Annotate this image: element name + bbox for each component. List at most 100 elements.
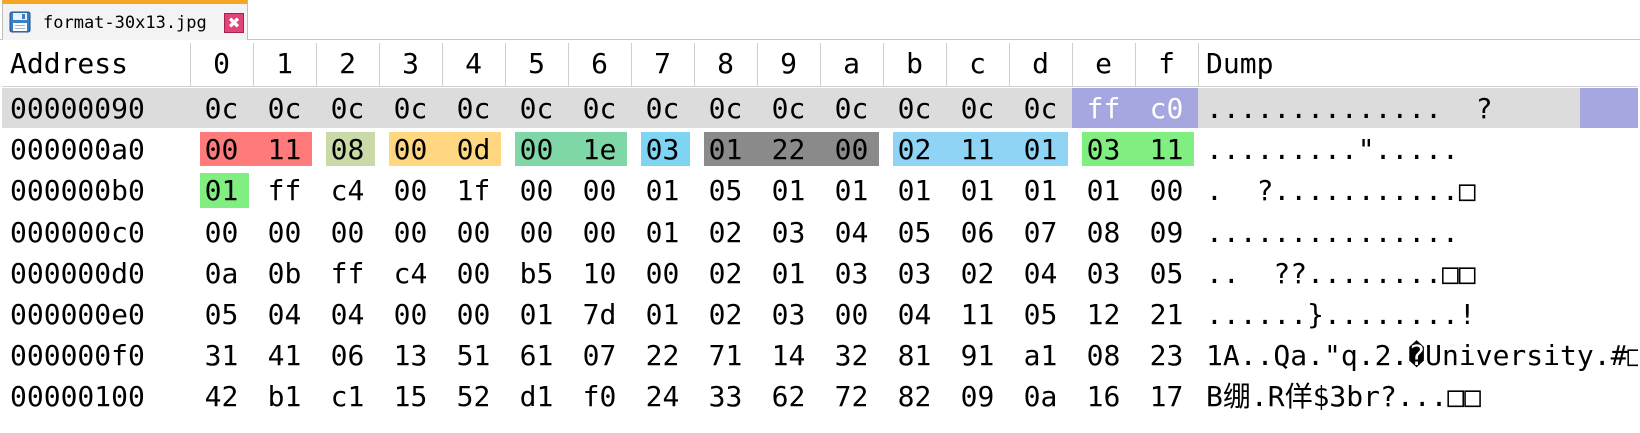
- hex-byte[interactable]: 09: [946, 376, 1009, 418]
- hex-byte[interactable]: 0c: [631, 88, 694, 130]
- hex-byte[interactable]: 00: [190, 212, 253, 254]
- hex-byte[interactable]: 13: [379, 335, 442, 377]
- hex-byte[interactable]: 17: [1135, 376, 1198, 418]
- hex-byte[interactable]: 05: [1135, 253, 1198, 295]
- hex-byte[interactable]: 0c: [316, 88, 379, 130]
- hex-byte[interactable]: 05: [883, 212, 946, 254]
- hex-byte[interactable]: 22: [631, 335, 694, 377]
- hex-byte[interactable]: 00: [379, 129, 442, 171]
- hex-byte[interactable]: 02: [694, 294, 757, 336]
- hex-byte[interactable]: 00: [1135, 170, 1198, 212]
- hex-byte[interactable]: 04: [316, 294, 379, 336]
- hex-byte[interactable]: 11: [946, 294, 1009, 336]
- hex-byte[interactable]: 00: [442, 212, 505, 254]
- hex-byte[interactable]: 00: [568, 170, 631, 212]
- hex-byte[interactable]: 1f: [442, 170, 505, 212]
- hex-byte[interactable]: c1: [316, 376, 379, 418]
- hex-byte[interactable]: 00: [253, 212, 316, 254]
- hex-byte[interactable]: 0a: [190, 253, 253, 295]
- hex-byte[interactable]: 00: [505, 129, 568, 171]
- hex-byte[interactable]: 03: [757, 294, 820, 336]
- hex-byte[interactable]: 41: [253, 335, 316, 377]
- row-dump-text[interactable]: B绷.R佯$3br?...□□: [1198, 376, 1638, 418]
- hex-byte[interactable]: 03: [1072, 253, 1135, 295]
- hex-byte[interactable]: 14: [757, 335, 820, 377]
- hex-byte[interactable]: 31: [190, 335, 253, 377]
- hex-byte[interactable]: 0c: [883, 88, 946, 130]
- close-icon[interactable]: ✖: [224, 13, 244, 33]
- hex-byte[interactable]: 00: [442, 294, 505, 336]
- hex-byte[interactable]: 01: [1009, 129, 1072, 171]
- hex-byte[interactable]: 01: [631, 212, 694, 254]
- hex-byte[interactable]: 00: [442, 253, 505, 295]
- hex-byte[interactable]: 03: [820, 253, 883, 295]
- hex-byte[interactable]: 01: [631, 294, 694, 336]
- hex-byte[interactable]: 02: [694, 212, 757, 254]
- hex-byte[interactable]: 51: [442, 335, 505, 377]
- hex-byte[interactable]: 00: [820, 129, 883, 171]
- hex-byte[interactable]: 0c: [946, 88, 1009, 130]
- hex-byte[interactable]: c4: [316, 170, 379, 212]
- hex-byte[interactable]: 08: [1072, 335, 1135, 377]
- hex-byte[interactable]: f0: [568, 376, 631, 418]
- hex-byte[interactable]: 0c: [253, 88, 316, 130]
- row-dump-text[interactable]: . ?...........□: [1198, 170, 1638, 212]
- hex-byte[interactable]: 61: [505, 335, 568, 377]
- row-dump-text[interactable]: ......}........!: [1198, 294, 1638, 336]
- hex-byte[interactable]: 81: [883, 335, 946, 377]
- hex-byte[interactable]: d1: [505, 376, 568, 418]
- hex-byte[interactable]: 72: [820, 376, 883, 418]
- hex-byte[interactable]: 01: [946, 170, 1009, 212]
- hex-byte[interactable]: c4: [379, 253, 442, 295]
- hex-byte[interactable]: 42: [190, 376, 253, 418]
- hex-byte[interactable]: 04: [820, 212, 883, 254]
- hex-byte[interactable]: 0c: [505, 88, 568, 130]
- hex-byte[interactable]: 08: [316, 129, 379, 171]
- hex-byte[interactable]: 04: [1009, 253, 1072, 295]
- hex-byte[interactable]: 52: [442, 376, 505, 418]
- hex-byte[interactable]: 7d: [568, 294, 631, 336]
- hex-byte[interactable]: 23: [1135, 335, 1198, 377]
- hex-byte[interactable]: 04: [253, 294, 316, 336]
- hex-byte[interactable]: 00: [190, 129, 253, 171]
- hex-byte[interactable]: 0b: [253, 253, 316, 295]
- hex-byte[interactable]: 0c: [568, 88, 631, 130]
- hex-byte[interactable]: 08: [1072, 212, 1135, 254]
- hex-byte[interactable]: 05: [694, 170, 757, 212]
- hex-byte[interactable]: 01: [1072, 170, 1135, 212]
- hex-byte[interactable]: 00: [631, 253, 694, 295]
- hex-byte[interactable]: 01: [757, 253, 820, 295]
- hex-byte[interactable]: 21: [1135, 294, 1198, 336]
- hex-byte[interactable]: 33: [694, 376, 757, 418]
- hex-byte[interactable]: 01: [1009, 170, 1072, 212]
- hex-byte[interactable]: ff: [1072, 88, 1135, 130]
- hex-byte[interactable]: 0a: [1009, 376, 1072, 418]
- hex-byte[interactable]: 0c: [820, 88, 883, 130]
- hex-byte[interactable]: 0c: [694, 88, 757, 130]
- hex-byte[interactable]: a1: [1009, 335, 1072, 377]
- hex-byte[interactable]: 00: [379, 294, 442, 336]
- hex-byte[interactable]: 01: [694, 129, 757, 171]
- hex-byte[interactable]: 01: [631, 170, 694, 212]
- hex-byte[interactable]: 01: [757, 170, 820, 212]
- hex-byte[interactable]: 1e: [568, 129, 631, 171]
- hex-byte[interactable]: 06: [946, 212, 1009, 254]
- hex-byte[interactable]: 00: [505, 212, 568, 254]
- hex-byte[interactable]: 32: [820, 335, 883, 377]
- hex-byte[interactable]: 10: [568, 253, 631, 295]
- hex-byte[interactable]: c0: [1135, 88, 1198, 130]
- hex-byte[interactable]: 00: [505, 170, 568, 212]
- hex-byte[interactable]: 05: [190, 294, 253, 336]
- hex-byte[interactable]: 02: [883, 129, 946, 171]
- row-dump-text[interactable]: .........".....: [1198, 129, 1638, 171]
- row-dump-text[interactable]: .............. ?: [1198, 88, 1638, 130]
- hex-byte[interactable]: 11: [1135, 129, 1198, 171]
- hex-byte[interactable]: 01: [820, 170, 883, 212]
- hex-byte[interactable]: 82: [883, 376, 946, 418]
- hex-byte[interactable]: ff: [316, 253, 379, 295]
- hex-byte[interactable]: b1: [253, 376, 316, 418]
- row-dump-text[interactable]: 1A..Qa."q.2.�University.#□: [1198, 335, 1638, 377]
- hex-byte[interactable]: 01: [505, 294, 568, 336]
- hex-byte[interactable]: 0d: [442, 129, 505, 171]
- hex-byte[interactable]: 11: [946, 129, 1009, 171]
